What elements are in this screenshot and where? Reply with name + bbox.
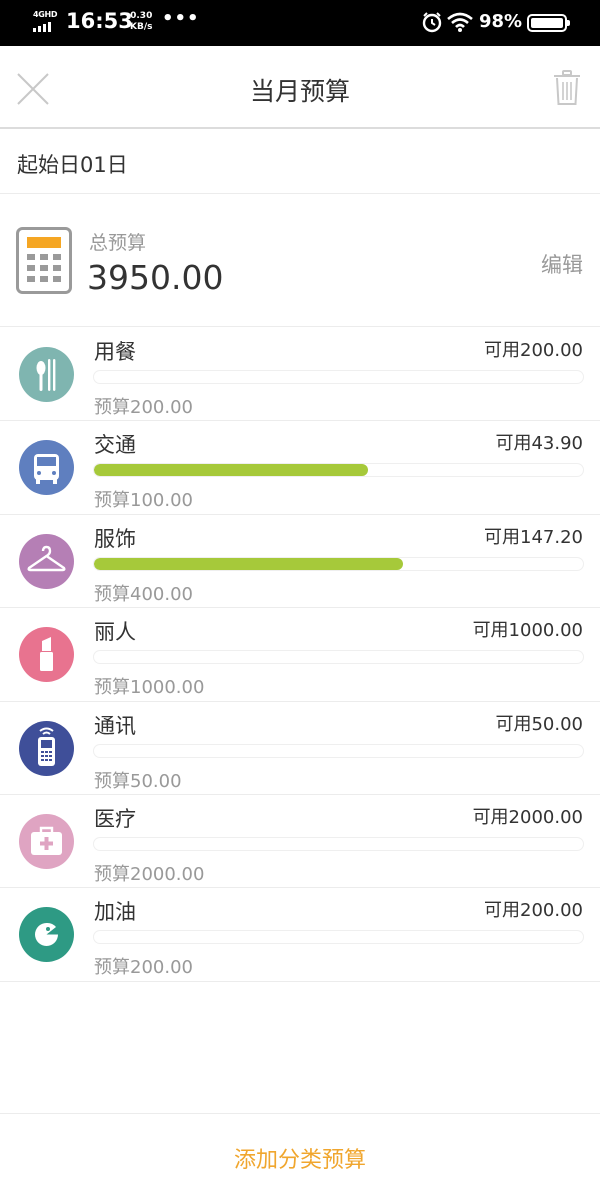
start-day-label: 起始日01日 (17, 153, 128, 177)
category-budget: 预算50.00 (94, 770, 182, 792)
category-available: 可用1000.00 (472, 620, 583, 642)
battery-percent: 98% (479, 11, 523, 32)
category-name: 加油 (94, 900, 136, 925)
category-budget: 预算100.00 (94, 490, 193, 512)
category-name: 医疗 (94, 806, 136, 831)
category-available: 可用2000.00 (472, 806, 583, 828)
category-row-medical[interactable]: 医疗 可用2000.00 预算2000.00 (0, 795, 600, 889)
calculator-icon (16, 227, 72, 294)
total-budget-value: 3950.00 (87, 258, 224, 297)
category-row-telecom[interactable]: 通讯 可用50.00 预算50.00 (0, 702, 600, 795)
status-time: 16:53 (66, 9, 133, 33)
wifi-icon (447, 12, 473, 32)
category-progress-bar (93, 930, 584, 945)
page-title: 当月预算 (249, 77, 350, 106)
phone-icon (19, 720, 74, 776)
category-row-clothing[interactable]: 服饰 可用147.20 预算400.00 (0, 515, 600, 609)
category-row-beauty[interactable]: 丽人 可用1000.00 预算1000.00 (0, 608, 600, 702)
medkit-icon (19, 813, 74, 869)
category-row-fuel[interactable]: 加油 可用200.00 预算200.00 (0, 888, 600, 982)
category-list: 用餐 可用200.00 预算200.00 交通 可用43.90 预算100.00… (0, 328, 600, 982)
category-budget: 预算400.00 (94, 583, 193, 605)
category-name: 服饰 (94, 526, 136, 551)
category-progress-bar (93, 650, 584, 665)
network-type: 4GHD (33, 10, 58, 19)
category-budget: 预算1000.00 (94, 677, 205, 699)
header: 当月预算 (0, 46, 600, 129)
category-progress-bar (93, 463, 584, 478)
add-category-budget-button[interactable]: 添加分类预算 (0, 1142, 600, 1174)
alarm-icon (422, 12, 442, 33)
category-row-transport[interactable]: 交通 可用43.90 预算100.00 (0, 421, 600, 515)
category-name: 丽人 (94, 620, 136, 645)
category-row-dining[interactable]: 用餐 可用200.00 预算200.00 (0, 328, 600, 422)
category-budget: 预算200.00 (94, 957, 193, 979)
trash-icon[interactable] (553, 70, 581, 106)
footer: 添加分类预算 (0, 1113, 600, 1197)
category-available: 可用43.90 (495, 433, 583, 455)
battery-icon (527, 14, 570, 32)
category-budget: 预算200.00 (94, 397, 193, 418)
status-bar: 4GHD 16:53 0.30 KB/s ••• 98% (0, 0, 600, 46)
category-name: 用餐 (94, 340, 136, 364)
category-progress-fill (94, 557, 404, 570)
category-progress-bar (93, 836, 584, 851)
category-progress-fill (94, 464, 369, 477)
start-day-row[interactable]: 起始日01日 (0, 131, 600, 194)
network-speed: 0.30 KB/s (130, 11, 153, 32)
category-available: 可用147.20 (484, 526, 583, 548)
total-budget-section: 总预算 3950.00 编辑 (0, 194, 600, 327)
category-progress-bar (93, 370, 584, 384)
category-name: 交通 (94, 433, 136, 458)
category-progress-bar (93, 743, 584, 758)
category-progress-bar (93, 556, 584, 571)
hanger-icon (19, 533, 74, 589)
more-notifications-icon: ••• (162, 8, 200, 29)
utensils-icon (19, 347, 74, 402)
signal-icon: 4GHD (33, 10, 59, 33)
total-budget-label: 总预算 (89, 232, 147, 254)
fuel-icon (19, 907, 74, 963)
edit-button[interactable]: 编辑 (541, 249, 583, 279)
category-available: 可用200.00 (484, 900, 583, 922)
category-budget: 预算2000.00 (94, 863, 205, 885)
category-available: 可用50.00 (495, 713, 583, 735)
category-name: 通讯 (94, 713, 136, 738)
category-available: 可用200.00 (484, 340, 583, 361)
lipstick-icon (19, 627, 74, 683)
bus-icon (19, 440, 74, 496)
